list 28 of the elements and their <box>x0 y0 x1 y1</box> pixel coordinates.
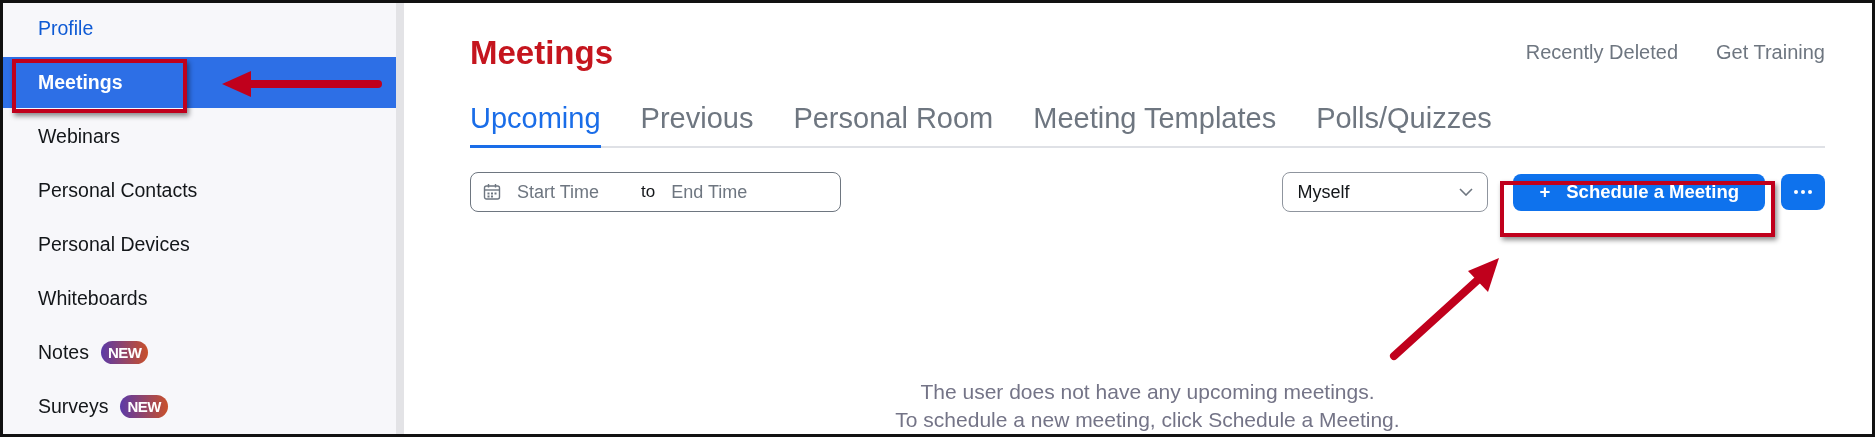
sidebar-item[interactable]: Personal Devices <box>3 219 396 270</box>
new-badge: NEW <box>100 341 149 364</box>
calendar-icon <box>483 183 501 201</box>
sidebar-item[interactable]: Profile <box>3 3 396 54</box>
sidebar-item[interactable]: Whiteboards <box>3 273 396 324</box>
tab[interactable]: Meeting Templates <box>1033 94 1277 148</box>
page-title: Meetings <box>470 33 614 72</box>
range-separator: to <box>641 182 656 202</box>
header-link[interactable]: Get Training <box>1716 41 1825 64</box>
tab[interactable]: Personal Room <box>793 94 994 148</box>
empty-message: To schedule a new meeting, click Schedule a Meeting. <box>894 407 1401 433</box>
more-button[interactable] <box>1781 174 1825 210</box>
tab[interactable]: Previous <box>640 94 754 148</box>
sidebar-item[interactable]: Webinars <box>3 111 396 162</box>
date-range-field[interactable]: Start Time to End Time <box>470 172 841 212</box>
more-icon <box>1794 190 1812 194</box>
new-badge: NEW <box>120 395 168 418</box>
tab[interactable]: Polls/Quizzes <box>1316 94 1492 148</box>
header-link[interactable]: Recently Deleted <box>1525 41 1679 64</box>
empty-message: The user does not have any upcoming meetings. <box>919 379 1376 405</box>
end-time-input[interactable]: End Time <box>669 180 782 204</box>
sidebar-item[interactable]: Notes NEW <box>3 327 396 378</box>
tab[interactable]: Upcoming <box>470 94 601 148</box>
start-time-input[interactable]: Start Time <box>515 180 627 204</box>
host-dropdown[interactable]: Myself <box>1282 172 1489 212</box>
sidebar-item[interactable]: Surveys NEW <box>3 381 396 432</box>
chevron-down-icon <box>1459 188 1474 196</box>
sidebar-item[interactable]: Personal Contacts <box>3 165 396 216</box>
